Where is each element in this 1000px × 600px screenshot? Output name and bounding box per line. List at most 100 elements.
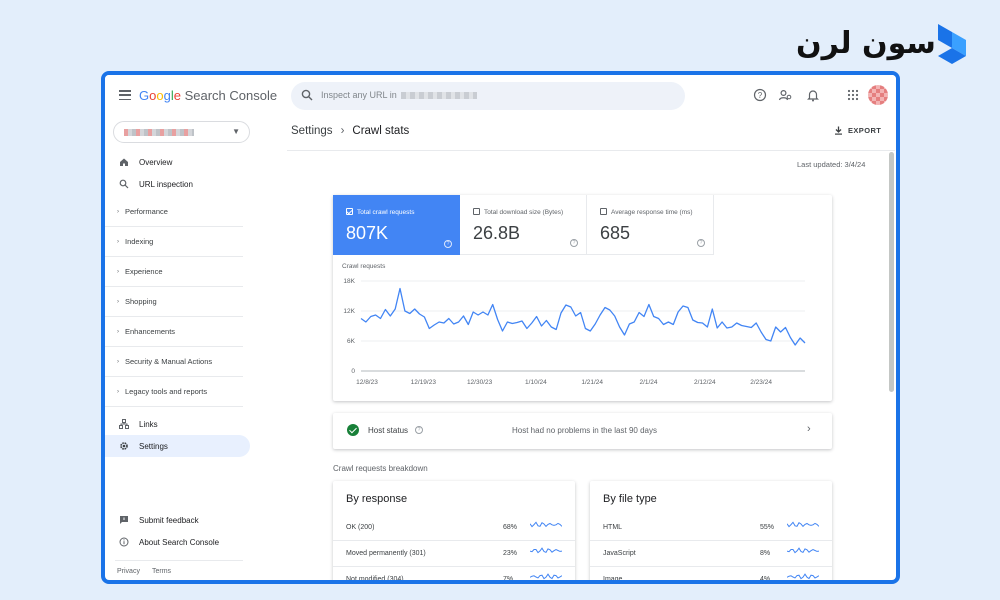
card-title: By file type: [603, 493, 657, 505]
x-tick-label: 12/30/23: [467, 379, 493, 386]
sidebar-item-links[interactable]: Links: [105, 413, 250, 435]
manage-users-icon[interactable]: [778, 88, 792, 102]
y-tick-label: 18K: [343, 278, 355, 285]
top-app-bar: Google Search Console Inspect any URL in…: [105, 75, 896, 117]
row-percentage: 7%: [503, 576, 514, 583]
host-status-row[interactable]: Host status ? Host had no problems in th…: [333, 413, 832, 449]
breadcrumb: Settings › Crawl stats: [291, 125, 409, 137]
sparkline: [530, 521, 562, 528]
chevron-right-icon: ›: [117, 268, 119, 275]
metric-value: 685: [600, 223, 631, 243]
chevron-right-icon[interactable]: ›: [807, 423, 811, 435]
chevron-right-icon: ›: [117, 388, 119, 395]
gear-icon: [120, 442, 128, 450]
apps-grid-icon[interactable]: [846, 88, 860, 102]
breadcrumb-settings[interactable]: Settings: [291, 125, 333, 137]
table-row[interactable]: HTML 55%: [590, 515, 832, 541]
url-inspect-search[interactable]: Inspect any URL in: [291, 82, 685, 110]
redacted-domain: [401, 92, 478, 100]
x-tick-label: 2/1/24: [639, 379, 657, 386]
row-percentage: 8%: [760, 550, 771, 557]
row-percentage: 23%: [503, 550, 518, 557]
by-response-card: By response OK (200) 68% Moved permanently…: [333, 481, 575, 583]
help-icon[interactable]: ?: [444, 240, 452, 248]
sparkline: [787, 547, 819, 554]
table-row[interactable]: Moved permanently (301) 23%: [333, 541, 575, 567]
brand-text: سون لرن: [796, 26, 937, 61]
checkbox-checked-icon[interactable]: [346, 208, 353, 215]
x-tick-label: 2/12/24: [694, 379, 716, 386]
account-avatar[interactable]: [868, 85, 888, 105]
x-tick-label: 1/21/24: [581, 379, 603, 386]
product-name: Search Console: [184, 88, 278, 103]
sidebar-group-experience[interactable]: › Experience: [105, 257, 243, 287]
chevron-right-icon: ›: [117, 358, 119, 365]
x-tick-label: 12/8/23: [356, 379, 378, 386]
row-label: JavaScript: [603, 550, 636, 557]
sidebar-item-settings[interactable]: Settings: [105, 435, 250, 457]
terms-link[interactable]: Terms: [152, 568, 171, 575]
sidebar-group-indexing[interactable]: › Indexing: [105, 227, 243, 257]
sidebar-group-enhancements[interactable]: › Enhancements: [105, 317, 243, 347]
search-icon: [119, 179, 129, 189]
sidebar-group-security[interactable]: › Security & Manual Actions: [105, 347, 243, 377]
export-button[interactable]: EXPORT: [834, 126, 881, 135]
search-icon[interactable]: [301, 89, 313, 101]
host-status-message: Host had no problems in the last 90 days: [512, 426, 657, 435]
sidebar-item-submit-feedback[interactable]: Submit feedback: [105, 509, 250, 531]
table-row[interactable]: Image 4%: [590, 567, 832, 580]
help-icon[interactable]: ?: [753, 88, 767, 102]
by-file-type-card: By file type HTML 55% JavaScript 8% Image 4%: [590, 481, 832, 580]
chevron-down-icon: ▼: [232, 127, 240, 136]
chevron-right-icon: ›: [117, 208, 119, 215]
metric-total-crawl-requests[interactable]: Total crawl requests 807K ?: [333, 195, 460, 255]
metric-value: 26.8B: [473, 223, 521, 243]
y-tick-label: 0: [351, 368, 355, 375]
sparkline: [530, 573, 562, 580]
checkbox-icon[interactable]: [600, 208, 607, 215]
sidebar-group-shopping[interactable]: › Shopping: [105, 287, 243, 317]
checkbox-icon[interactable]: [473, 208, 480, 215]
card-title: By response: [346, 493, 408, 505]
property-selector[interactable]: ▼: [113, 121, 250, 143]
search-input[interactable]: Inspect any URL in: [321, 90, 621, 100]
metric-average-response-time[interactable]: Average response time (ms) 685 ?: [587, 195, 714, 255]
privacy-link[interactable]: Privacy: [117, 568, 140, 575]
series-line-crawl-requests: [360, 287, 806, 346]
help-icon[interactable]: ?: [697, 239, 705, 247]
help-icon[interactable]: ?: [570, 239, 578, 247]
help-icon[interactable]: ?: [415, 426, 423, 434]
menu-icon[interactable]: [119, 90, 131, 101]
sidebar-item-url-inspection[interactable]: URL inspection: [105, 173, 250, 195]
sparkline: [787, 573, 819, 580]
search-console-logo[interactable]: Google Search Console: [139, 88, 277, 103]
sidebar-item-about[interactable]: About Search Console: [105, 531, 250, 553]
chevron-right-icon: ›: [117, 298, 119, 305]
metric-total-download-size[interactable]: Total download size (Bytes) 26.8B ?: [460, 195, 587, 255]
brand-mark-icon: [938, 24, 966, 64]
row-label: Moved permanently (301): [346, 550, 426, 557]
x-tick-label: 2/23/24: [750, 379, 772, 386]
row-percentage: 68%: [503, 524, 518, 531]
chart-title: Crawl requests: [342, 263, 386, 270]
sidebar-group-performance[interactable]: › Performance: [105, 197, 243, 227]
y-tick-label: 12K: [343, 308, 355, 315]
download-icon: [835, 126, 842, 135]
table-row[interactable]: JavaScript 8%: [590, 541, 832, 567]
search-console-window: Google Search Console Inspect any URL in…: [101, 71, 900, 584]
breadcrumb-separator: ›: [340, 125, 345, 137]
scrollbar[interactable]: [889, 152, 894, 392]
chevron-right-icon: ›: [117, 238, 119, 245]
sidebar-group-legacy-tools[interactable]: › Legacy tools and reports: [105, 377, 243, 407]
notifications-icon[interactable]: [806, 88, 820, 102]
table-row[interactable]: Not modified (304) 7%: [333, 567, 575, 583]
sidebar-divider: [115, 560, 243, 561]
table-row[interactable]: OK (200) 68%: [333, 515, 575, 541]
sidebar-item-overview[interactable]: Overview: [105, 151, 250, 173]
main-content: Settings › Crawl stats EXPORT Last updated…: [257, 117, 896, 583]
row-percentage: 55%: [760, 524, 775, 531]
sparkline: [530, 547, 562, 554]
home-icon: [120, 158, 128, 166]
row-label: Not modified (304): [346, 576, 404, 583]
links-icon: [119, 419, 129, 429]
